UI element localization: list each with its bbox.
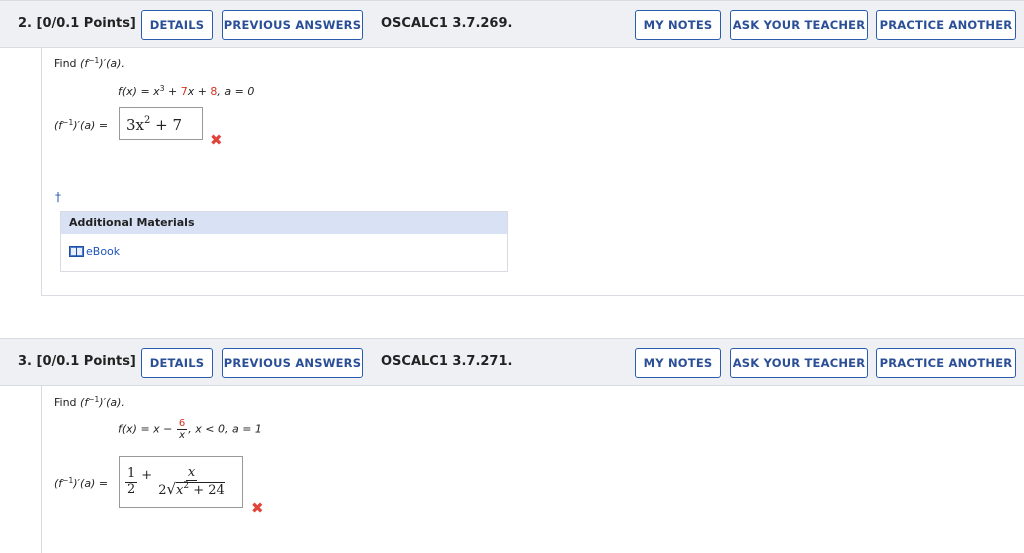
question-3-number: 3. [0/0.1 Points] bbox=[18, 354, 136, 369]
question-2-header: 2. [0/0.1 Points] DETAILS PREVIOUS ANSWE… bbox=[0, 0, 1024, 48]
details-button[interactable]: DETAILS bbox=[141, 348, 213, 378]
previous-answers-button[interactable]: PREVIOUS ANSWERS bbox=[222, 348, 363, 378]
question-2-function: f(x) = x3 + 7x + 8, a = 0 bbox=[118, 84, 255, 98]
answer-label: (f−1)′(a) = bbox=[54, 476, 109, 490]
answer-input[interactable]: 3x2 + 7 bbox=[119, 107, 203, 140]
ebook-link[interactable]: eBook bbox=[69, 245, 120, 258]
question-3-header: 3. [0/0.1 Points] DETAILS PREVIOUS ANSWE… bbox=[0, 338, 1024, 386]
details-button[interactable]: DETAILS bbox=[141, 10, 213, 40]
question-code: OSCALC1 3.7.269. bbox=[381, 16, 513, 31]
question-3-prompt: Find (f−1)′(a). bbox=[54, 395, 125, 409]
question-3-function: f(x) = x − 6 x , x < 0, a = 1 bbox=[118, 418, 262, 441]
question-2-prompt: Find (f−1)′(a). bbox=[54, 56, 125, 70]
additional-materials-title: Additional Materials bbox=[61, 212, 507, 234]
x-mark-icon: ✖ bbox=[251, 499, 264, 517]
previous-answers-button[interactable]: PREVIOUS ANSWERS bbox=[222, 10, 363, 40]
additional-materials: Additional Materials eBook bbox=[60, 211, 508, 272]
ebook-label[interactable]: eBook bbox=[86, 245, 120, 258]
dagger-icon[interactable]: † bbox=[55, 190, 61, 204]
my-notes-button[interactable]: MY NOTES bbox=[635, 348, 721, 378]
my-notes-button[interactable]: MY NOTES bbox=[635, 10, 721, 40]
ask-your-teacher-button[interactable]: ASK YOUR TEACHER bbox=[730, 10, 868, 40]
practice-another-button[interactable]: PRACTICE ANOTHER bbox=[876, 348, 1016, 378]
book-icon bbox=[69, 246, 84, 257]
question-2-number: 2. [0/0.1 Points] bbox=[18, 16, 136, 31]
answer-label: (f−1)′(a) = bbox=[54, 118, 109, 132]
answer-input[interactable]: 1 2 + x 2√x2 + 24 bbox=[119, 456, 243, 508]
practice-another-button[interactable]: PRACTICE ANOTHER bbox=[876, 10, 1016, 40]
question-code: OSCALC1 3.7.271. bbox=[381, 354, 513, 369]
x-mark-icon: ✖ bbox=[210, 131, 223, 149]
ask-your-teacher-button[interactable]: ASK YOUR TEACHER bbox=[730, 348, 868, 378]
